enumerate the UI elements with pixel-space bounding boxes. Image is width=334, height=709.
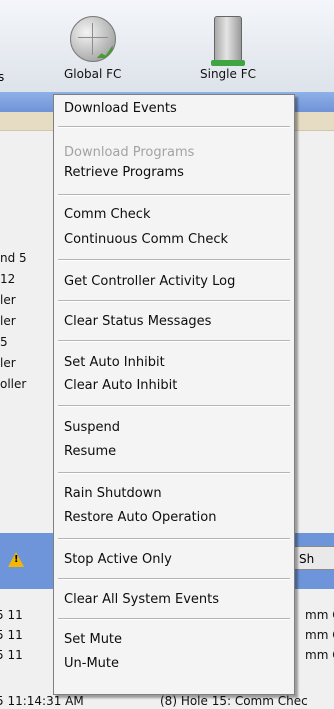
menu-item-resume[interactable]: Resume [64, 444, 116, 459]
menu-item-clear-status-messages[interactable]: Clear Status Messages [64, 314, 211, 329]
warning-icon [8, 552, 24, 567]
toolbar: s Global FC Single FC [0, 0, 334, 93]
log-row-time: 5 11 [0, 608, 23, 622]
menu-item-download-events[interactable]: Download Events [64, 101, 177, 116]
toolbar-left-fragment: s [0, 70, 5, 84]
background-list-item: 12 [0, 272, 16, 286]
menu-separator [58, 405, 290, 407]
menu-item-stop-active-only[interactable]: Stop Active Only [64, 552, 172, 567]
log-row-message: mm C [305, 628, 334, 642]
menu-separator [58, 126, 290, 128]
menu-item-set-mute[interactable]: Set Mute [64, 632, 122, 647]
background-list-item: ler [0, 356, 16, 370]
menu-item-download-programs: Download Programs [64, 145, 195, 160]
menu-item-un-mute[interactable]: Un-Mute [64, 656, 119, 671]
menu-separator [58, 578, 290, 580]
log-row-message: mm C [305, 608, 334, 622]
log-row-time: 5 11:14:31 AM [0, 694, 84, 708]
menu-item-restore-auto-operation[interactable]: Restore Auto Operation [64, 510, 216, 525]
menu-item-suspend[interactable]: Suspend [64, 420, 120, 435]
menu-separator [58, 618, 290, 620]
menu-item-set-auto-inhibit[interactable]: Set Auto Inhibit [64, 355, 165, 370]
background-list: nd 5 12 ler ler 5 ler oller [0, 248, 36, 395]
controller-context-menu: Download Events Download Programs Retrie… [53, 94, 295, 695]
background-list-item: ler [0, 293, 16, 307]
global-fc-button[interactable]: Global FC [64, 16, 121, 81]
menu-separator [58, 538, 290, 540]
single-fc-button[interactable]: Single FC [200, 16, 256, 81]
show-button[interactable]: Sh [290, 546, 334, 570]
menu-separator [58, 340, 290, 342]
background-list-item: 5 [0, 335, 8, 349]
global-fc-label: Global FC [64, 67, 122, 81]
menu-separator [58, 259, 290, 261]
menu-separator [58, 194, 290, 196]
background-list-item: nd 5 [0, 251, 27, 265]
menu-item-clear-auto-inhibit[interactable]: Clear Auto Inhibit [64, 378, 177, 393]
menu-item-comm-check[interactable]: Comm Check [64, 207, 150, 222]
single-fc-label: Single FC [200, 67, 256, 81]
log-row-message: mm C [305, 648, 334, 662]
background-list-item: oller [0, 377, 27, 391]
menu-item-rain-shutdown[interactable]: Rain Shutdown [64, 486, 162, 501]
log-row-time: 5 11 [0, 648, 23, 662]
background-list-item: ler [0, 314, 16, 328]
menu-separator [58, 472, 290, 474]
menu-item-get-controller-activity-log[interactable]: Get Controller Activity Log [64, 274, 235, 289]
menu-item-clear-all-system-events[interactable]: Clear All System Events [64, 592, 219, 607]
globe-icon [69, 16, 116, 62]
menu-item-continuous-comm-check[interactable]: Continuous Comm Check [64, 232, 228, 247]
log-row-message: (8) Hole 15: Comm Chec [160, 694, 308, 708]
menu-separator [58, 300, 290, 302]
controller-icon [211, 16, 245, 66]
log-row-time: 5 11 [0, 628, 23, 642]
menu-item-retrieve-programs[interactable]: Retrieve Programs [64, 165, 184, 180]
